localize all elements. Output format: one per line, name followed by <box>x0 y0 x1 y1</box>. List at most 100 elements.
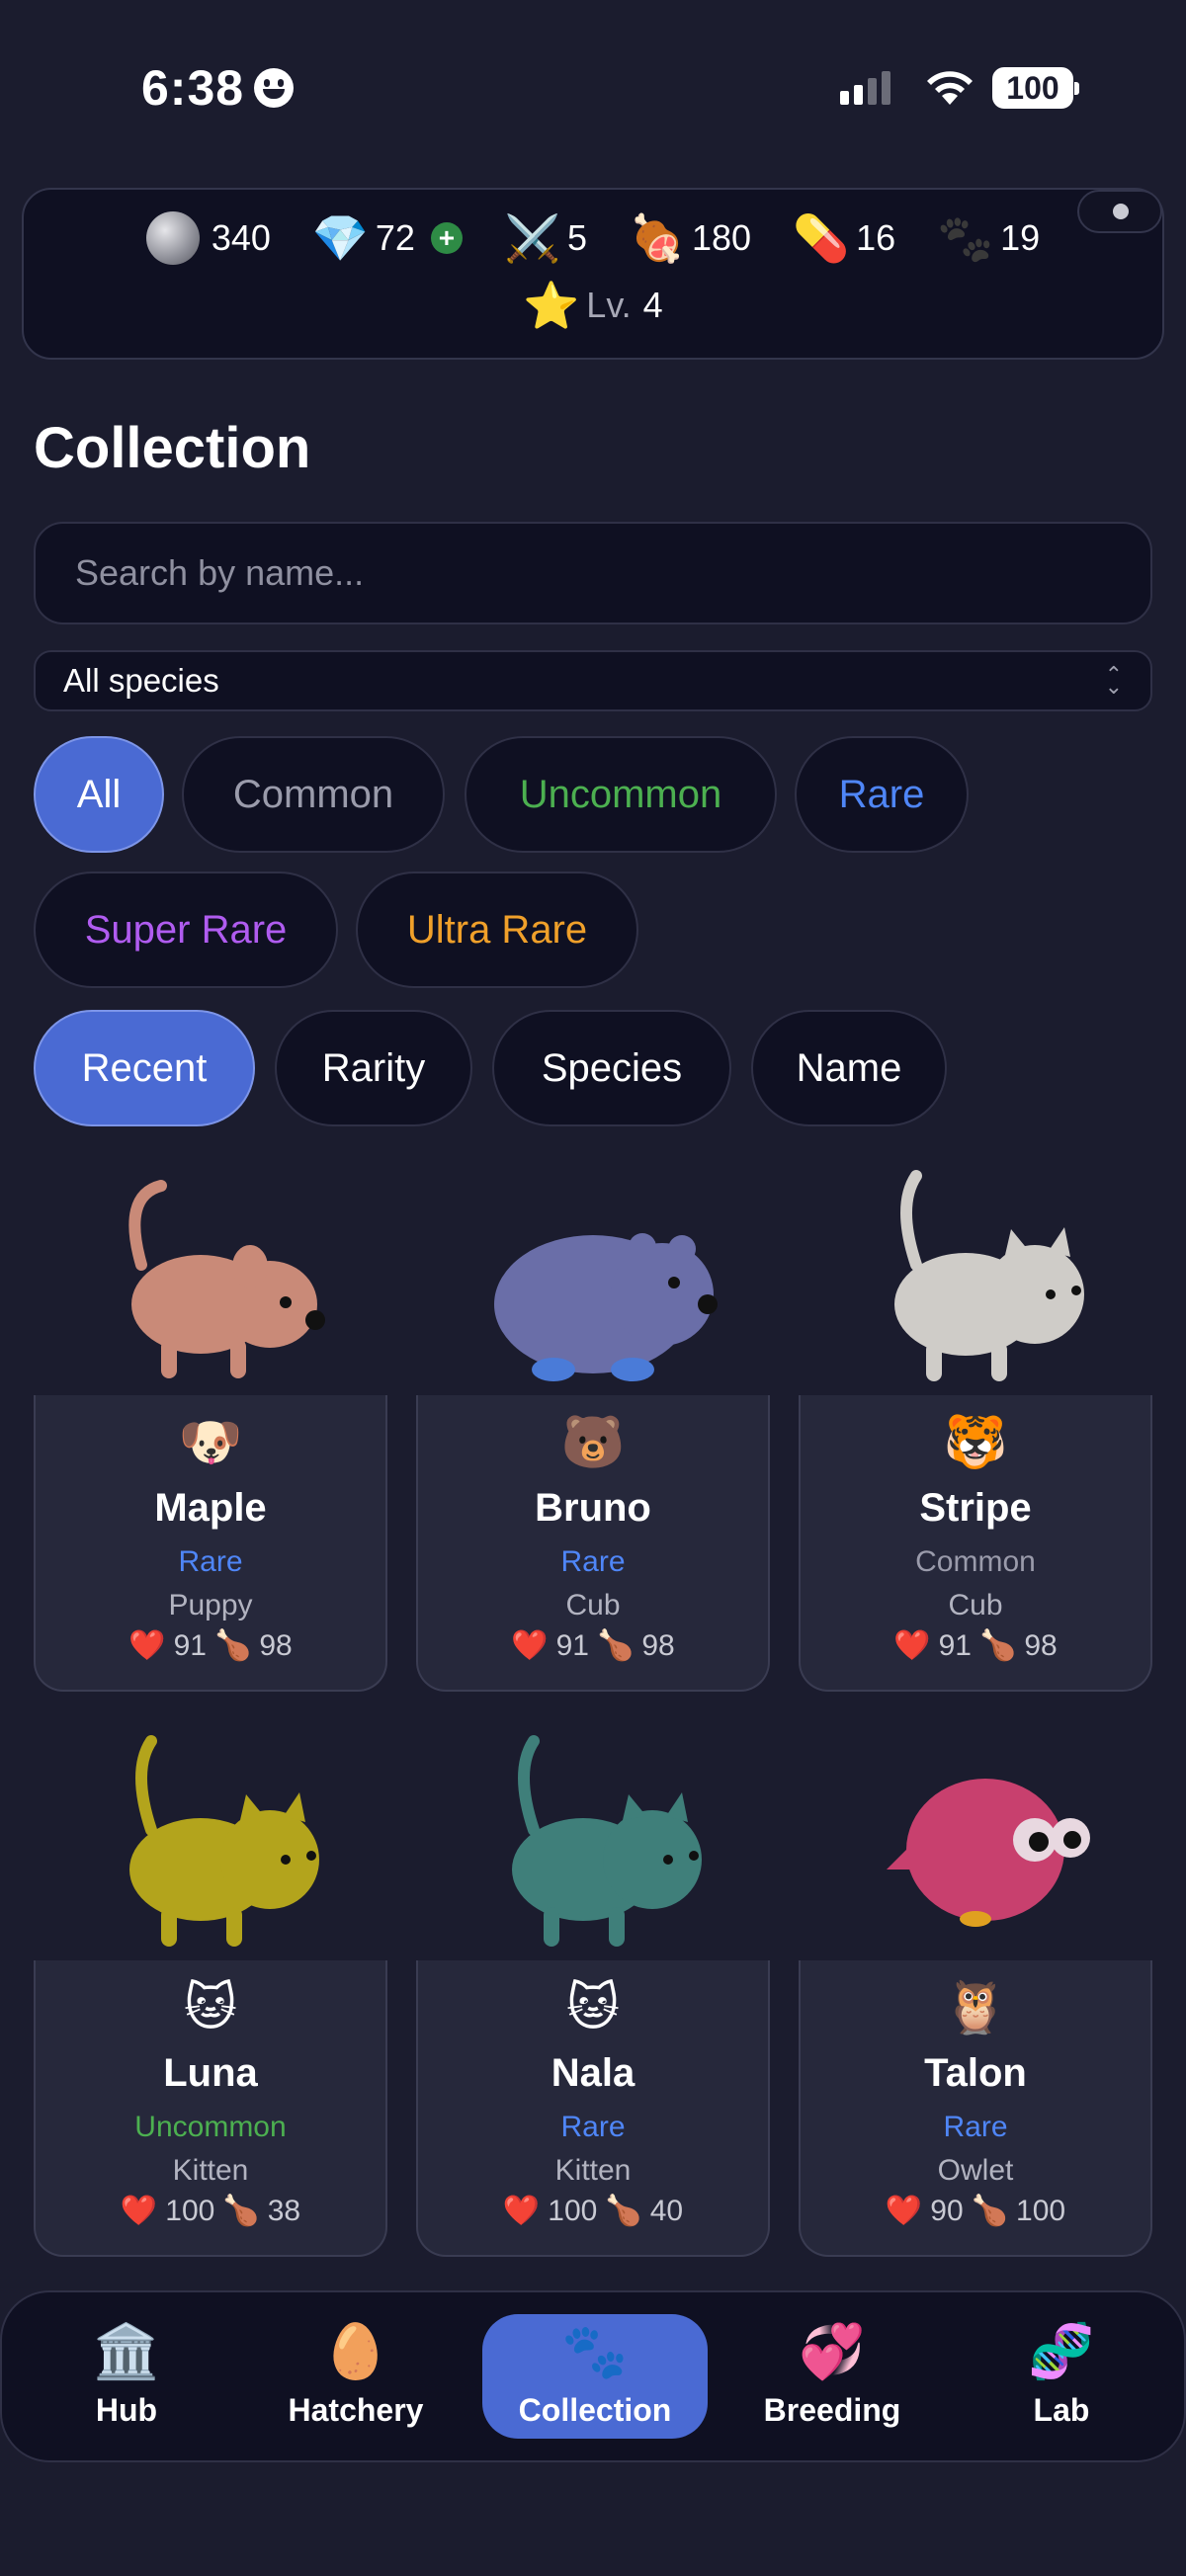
gems-value: 72 <box>375 217 415 258</box>
pet-stats: ❤️ 91 🍗 98 <box>418 1628 768 1663</box>
pet-stats: ❤️ 100 🍗 38 <box>36 2194 385 2228</box>
sort-chip-name[interactable]: Name <box>751 1010 947 1126</box>
nav-hatchery[interactable]: 🥚 Hatchery <box>243 2314 468 2439</box>
nav-lab[interactable]: 🧬 Lab <box>949 2314 1174 2439</box>
cellular-signal-icon <box>840 71 890 105</box>
drumstick-icon: 🍗 <box>214 1629 252 1662</box>
pet-card-luna[interactable]: 🐱 Luna Uncommon Kitten ❤️ 100 🍗 38 <box>34 1960 387 2257</box>
egg-icon: 🥚 <box>322 2321 389 2381</box>
level-label: Lv. <box>586 285 632 325</box>
pet-model-bruno <box>494 1233 718 1381</box>
nav-label: Hub <box>95 2391 158 2428</box>
food-value: 98 <box>259 1628 293 1662</box>
pet-card-nala[interactable]: 🐱 Nala Rare Kitten ❤️ 100 🍗 40 <box>416 1960 770 2257</box>
pet-render-maple[interactable] <box>33 1156 388 1393</box>
filter-chip-super-rare[interactable]: Super Rare <box>34 872 338 988</box>
star-icon: ⭐ <box>523 280 580 331</box>
species-label: Owlet <box>937 2154 1014 2187</box>
pet-card-stripe[interactable]: 🐯 Stripe Common Cub ❤️ 91 🍗 98 <box>799 1395 1152 1692</box>
pet-card-bruno[interactable]: 🐻 Bruno Rare Cub ❤️ 91 🍗 98 <box>416 1395 770 1692</box>
food-value: 38 <box>267 2194 301 2227</box>
food-value: 100 <box>1016 2194 1066 2227</box>
pet-name: Maple <box>154 1486 267 1530</box>
pet-card-talon[interactable]: 🦉 Talon Rare Owlet ❤️ 90 🍗 100 <box>799 1960 1152 2257</box>
filter-chip-rare[interactable]: Rare <box>795 736 969 853</box>
species-select[interactable]: All species ⌃ ⌄ <box>34 650 1152 711</box>
food-value: 98 <box>641 1628 675 1662</box>
nav-hub[interactable]: 🏛️ Hub <box>14 2314 239 2439</box>
rarity-label: Rare <box>560 2111 626 2143</box>
search-input[interactable] <box>34 522 1152 624</box>
heart-icon: ❤️ <box>128 1629 166 1662</box>
nav-breeding[interactable]: 💞 Breeding <box>720 2314 945 2439</box>
wifi-icon <box>927 71 973 105</box>
species-label: Puppy <box>168 1589 253 1621</box>
pet-name: Bruno <box>535 1486 651 1530</box>
heart-icon: ❤️ <box>885 2195 923 2227</box>
resource-pets: 🐾 19 <box>937 215 1040 261</box>
pet-stats: ❤️ 100 🍗 40 <box>418 2194 768 2228</box>
food-value: 40 <box>649 2194 684 2227</box>
pet-render-bruno[interactable] <box>415 1156 771 1393</box>
hearts-icon: 💞 <box>799 2321 866 2381</box>
hp-value: 91 <box>938 1628 972 1662</box>
species-label: Kitten <box>554 2154 632 2187</box>
clock: 6:38 <box>141 59 295 117</box>
pet-name: Nala <box>551 2051 635 2095</box>
chevron-up-down-icon: ⌃ ⌄ <box>1104 662 1123 699</box>
nav-label: Collection <box>518 2391 672 2428</box>
hp-value: 100 <box>548 2194 598 2227</box>
add-gems-button[interactable]: + <box>430 222 463 254</box>
rarity-label: Rare <box>560 1545 626 1578</box>
filter-chip-common[interactable]: Common <box>182 736 445 853</box>
dna-icon: 🧬 <box>1028 2321 1095 2381</box>
food-value: 180 <box>691 217 752 258</box>
drumstick-icon: 🍗 <box>979 1629 1017 1662</box>
resource-coins: 340 <box>145 211 271 265</box>
species-emoji-icon: 🐯 <box>943 1414 1008 1471</box>
sort-chip-rarity[interactable]: Rarity <box>275 1010 472 1126</box>
pet-render-luna[interactable] <box>33 1721 388 1958</box>
pet-name: Stripe <box>919 1486 1032 1530</box>
species-select-value: All species <box>63 662 219 699</box>
species-label: Kitten <box>172 2154 249 2187</box>
museum-icon: 🏛️ <box>93 2321 160 2381</box>
rarity-label: Rare <box>178 1545 243 1578</box>
smiley-icon <box>254 68 295 108</box>
nav-collection[interactable]: 🐾 Collection <box>482 2314 708 2439</box>
rarity-label: Uncommon <box>134 2111 287 2143</box>
status-bar: 6:38 100 <box>0 49 1186 125</box>
paw-icon: 🐾 <box>561 2321 629 2381</box>
resource-medicine: 💊 16 <box>793 215 895 261</box>
pet-model-stripe <box>894 1170 1084 1381</box>
pet-card-maple[interactable]: 🐶 Maple Rare Puppy ❤️ 91 🍗 98 <box>34 1395 387 1692</box>
filter-chip-uncommon[interactable]: Uncommon <box>465 736 777 853</box>
pet-render-stripe[interactable] <box>798 1156 1153 1393</box>
pet-render-talon[interactable] <box>798 1721 1153 1958</box>
filter-chip-ultra-rare[interactable]: Ultra Rare <box>356 872 638 988</box>
bottom-nav: 🏛️ Hub 🥚 Hatchery 🐾 Collection 💞 Breeding 🧬 Lab <box>0 2290 1186 2462</box>
hp-value: 100 <box>165 2194 215 2227</box>
menu-toggle-button[interactable] <box>1077 190 1162 233</box>
pill-icon: 💊 <box>793 212 850 264</box>
crossed-swords-icon: ⚔️ <box>503 212 561 264</box>
pet-stats: ❤️ 91 🍗 98 <box>801 1628 1150 1663</box>
species-emoji-icon: 🦉 <box>943 1979 1008 2036</box>
pet-render-nala[interactable] <box>415 1721 771 1958</box>
heart-icon: ❤️ <box>120 2195 158 2227</box>
sort-chip-species[interactable]: Species <box>492 1010 731 1126</box>
hp-value: 91 <box>555 1628 589 1662</box>
drumstick-icon: 🍗 <box>222 2195 260 2227</box>
resource-bar: 340 💎 72 + ⚔️ 5 🍖 180 💊 16 🐾 19 ⭐ Lv. 4 <box>22 188 1164 360</box>
battles-value: 5 <box>566 217 587 258</box>
rarity-label: Rare <box>943 2111 1008 2143</box>
filter-chip-all[interactable]: All <box>34 736 164 853</box>
silver-coin-icon <box>145 211 200 265</box>
species-emoji-icon: 🐱 <box>183 1979 238 2036</box>
sort-chip-recent[interactable]: Recent <box>34 1010 255 1126</box>
species-emoji-icon: 🐻 <box>560 1414 626 1471</box>
hp-value: 90 <box>930 2194 964 2227</box>
species-emoji-icon: 🐶 <box>178 1414 243 1471</box>
player-level: ⭐ Lv. 4 <box>523 283 662 328</box>
drumstick-icon: 🍗 <box>597 1629 635 1662</box>
